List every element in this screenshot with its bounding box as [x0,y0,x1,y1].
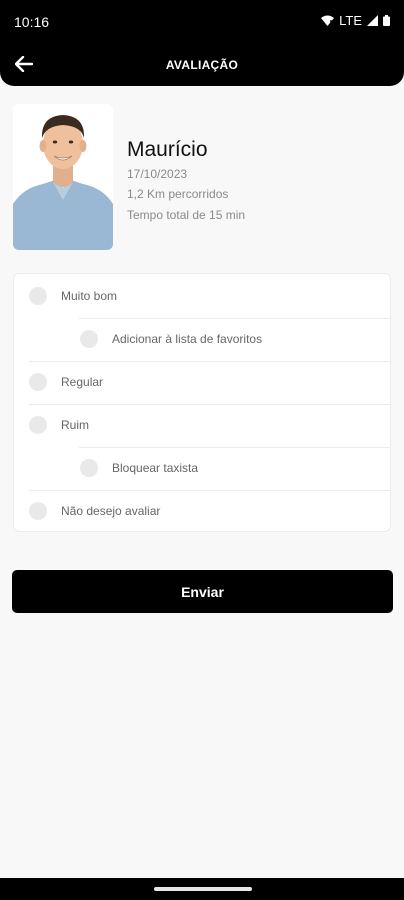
radio-ruim[interactable] [29,416,47,434]
radio-muito-bom[interactable] [29,287,47,305]
radio-regular[interactable] [29,373,47,391]
option-muito-bom-label: Muito bom [61,289,118,303]
option-ruim[interactable]: Ruim [29,416,89,434]
option-add-favorites[interactable]: Adicionar à lista de favoritos [80,330,262,348]
divider [29,404,390,405]
driver-card: Maurício 17/10/2023 1,2 Km percorridos T… [13,104,391,252]
signal-icon [367,15,378,26]
rating-options: Muito bom Adicionar à lista de favoritos… [13,273,391,532]
divider [79,318,390,319]
driver-name: Maurício [127,138,208,161]
page-title: AVALIAÇÃO [165,58,239,72]
option-no-rate[interactable]: Não desejo avaliar [29,502,160,520]
app-bar: 10:16 LTE AVALIAÇÃO [0,0,404,86]
network-label: LTE [339,13,362,28]
submit-button[interactable]: Enviar [12,570,393,613]
ride-date: 17/10/2023 [127,167,188,181]
divider [29,490,390,491]
radio-add-favorites[interactable] [80,330,98,348]
driver-avatar [13,104,113,250]
option-muito-bom[interactable]: Muito bom [29,287,117,305]
option-block-driver-label: Bloquear taxista [112,461,199,475]
radio-block-driver[interactable] [80,459,98,477]
home-handle[interactable] [154,887,252,891]
radio-no-rate[interactable] [29,502,47,520]
status-icons: LTE [321,13,390,28]
ride-duration: Tempo total de 15 min [127,208,246,222]
divider [29,361,390,362]
option-regular-label: Regular [61,375,104,389]
option-ruim-label: Ruim [61,418,90,432]
status-time: 10:16 [14,14,50,30]
system-nav-bar [0,878,404,900]
ride-distance: 1,2 Km percorridos [127,187,229,201]
option-add-favorites-label: Adicionar à lista de favoritos [112,332,263,346]
wifi-icon [321,15,335,26]
battery-icon [383,15,390,26]
option-regular[interactable]: Regular [29,373,103,391]
divider [79,447,390,448]
option-block-driver[interactable]: Bloquear taxista [80,459,198,477]
option-no-rate-label: Não desejo avaliar [61,504,161,518]
